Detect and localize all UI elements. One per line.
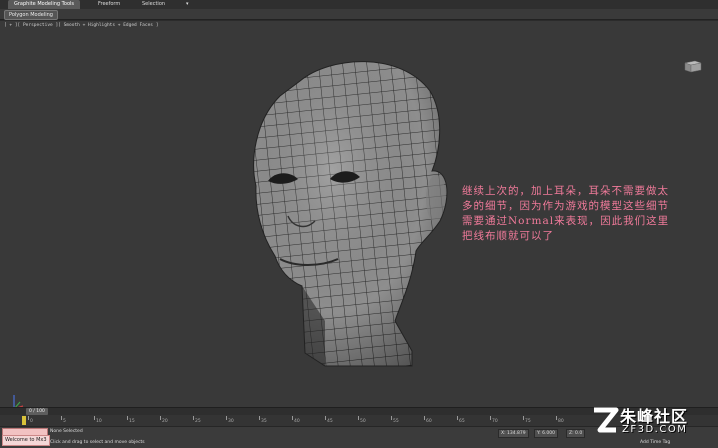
ruler-label: 65 bbox=[459, 419, 465, 424]
ruler-tick bbox=[292, 416, 293, 420]
time-slider-thumb[interactable]: 0 / 100 bbox=[26, 408, 48, 415]
ruler-label: 75 bbox=[525, 419, 531, 424]
ribbon-panel-bar: Polygon Modeling bbox=[0, 9, 718, 20]
prompt-line: Click and drag to select and move object… bbox=[50, 440, 145, 445]
ruler-label: 55 bbox=[393, 419, 399, 424]
y-coordinate-field[interactable]: Y: 6.000 bbox=[534, 429, 558, 438]
ruler-label: 10 bbox=[96, 419, 102, 424]
z-coordinate-field[interactable]: Z: 0.0 bbox=[566, 429, 586, 438]
ruler-tick bbox=[226, 416, 227, 420]
ruler-label: 20 bbox=[162, 419, 168, 424]
annotation-text: 继续上次的，加上耳朵，耳朵不需要做太多的细节，因为作为游戏的模型这些细节需要通过… bbox=[462, 185, 670, 242]
ruler-label: 30 bbox=[228, 419, 234, 424]
polygon-modeling-panel[interactable]: Polygon Modeling bbox=[4, 10, 58, 20]
current-frame-marker[interactable] bbox=[22, 416, 26, 425]
ruler-tick bbox=[523, 416, 524, 420]
ruler-tick bbox=[193, 416, 194, 420]
ribbon-tab-bar: Graphite Modeling Tools Freeform Selecti… bbox=[0, 0, 718, 9]
perspective-viewport[interactable]: [ + ][ Perspective ][ Smooth + Highlight… bbox=[0, 20, 718, 410]
welcome-message: Welcome to Mx3 bbox=[2, 435, 50, 446]
selection-status: None Selected bbox=[50, 429, 83, 434]
ruler-tick bbox=[61, 416, 62, 420]
ruler-label: 5 bbox=[63, 419, 66, 424]
ruler-tick bbox=[457, 416, 458, 420]
ruler-label: 0 bbox=[30, 419, 33, 424]
watermark-logo: 朱峰社区 ZF3D.COM bbox=[590, 400, 714, 444]
ruler-tick bbox=[127, 416, 128, 420]
ribbon-menu-icon[interactable]: ▾ bbox=[180, 0, 195, 9]
frame-ruler: 0 5 10 15 20 25 30 35 40 45 50 55 60 65 70 75 80 bbox=[28, 415, 588, 426]
ruler-label: 60 bbox=[426, 419, 432, 424]
ruler-label: 35 bbox=[261, 419, 267, 424]
ruler-tick bbox=[556, 416, 557, 420]
ruler-tick bbox=[259, 416, 260, 420]
ruler-tick bbox=[160, 416, 161, 420]
ruler-tick bbox=[358, 416, 359, 420]
ruler-label: 15 bbox=[129, 419, 135, 424]
ruler-tick bbox=[391, 416, 392, 420]
ruler-tick bbox=[424, 416, 425, 420]
ruler-label: 25 bbox=[195, 419, 201, 424]
x-coordinate-field[interactable]: X: 134.879 bbox=[498, 429, 529, 438]
ruler-tick bbox=[490, 416, 491, 420]
zf-logo-icon bbox=[594, 407, 619, 433]
tab-freeform[interactable]: Freeform bbox=[92, 0, 126, 9]
ruler-label: 50 bbox=[360, 419, 366, 424]
ruler-tick bbox=[28, 416, 29, 420]
ruler-label: 40 bbox=[294, 419, 300, 424]
watermark-url: ZF3D.COM bbox=[622, 424, 688, 435]
tab-graphite-modeling-tools[interactable]: Graphite Modeling Tools bbox=[8, 0, 81, 9]
ruler-tick bbox=[325, 416, 326, 420]
ruler-label: 80 bbox=[558, 419, 564, 424]
ruler-label: 45 bbox=[327, 419, 333, 424]
tab-selection[interactable]: Selection bbox=[136, 0, 171, 9]
ruler-label: 70 bbox=[492, 419, 498, 424]
ruler-tick bbox=[94, 416, 95, 420]
